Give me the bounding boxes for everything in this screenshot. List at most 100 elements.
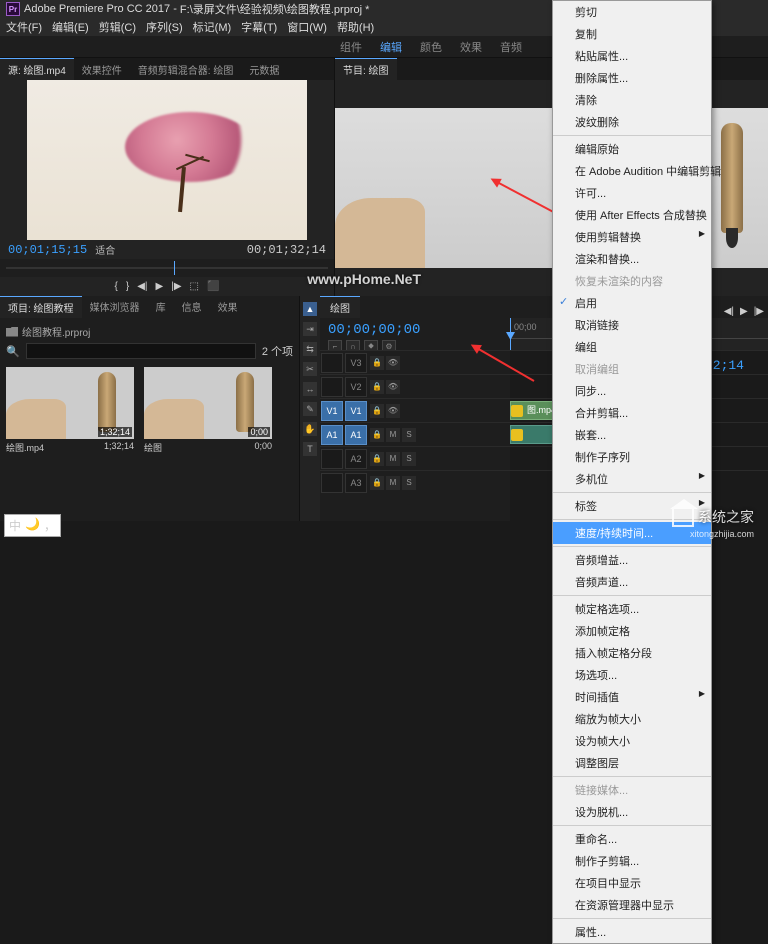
bin-item[interactable]: 1;32;14 绘图.mp41;32;14 bbox=[6, 367, 134, 454]
ctx-item[interactable]: 设为帧大小 bbox=[553, 730, 711, 752]
selection-tool-icon[interactable]: ▲ bbox=[303, 302, 317, 316]
tab-project[interactable]: 项目: 绘图教程 bbox=[0, 296, 82, 318]
src-v1[interactable]: V1 bbox=[321, 401, 343, 421]
tab-media-browser[interactable]: 媒体浏览器 bbox=[82, 296, 148, 318]
pen-tool-icon[interactable]: ✎ bbox=[303, 402, 317, 416]
track-v3-target[interactable] bbox=[321, 353, 343, 373]
tab-source[interactable]: 源: 绘图.mp4 bbox=[0, 58, 74, 80]
search-icon[interactable]: 🔍 bbox=[6, 345, 20, 358]
ime-status[interactable]: 中 🌙 ， bbox=[4, 514, 61, 537]
ctx-item[interactable]: 重命名... bbox=[553, 828, 711, 850]
ctx-item[interactable]: 在 Adobe Audition 中编辑剪辑 bbox=[553, 160, 711, 182]
step-back-icon[interactable]: ◀| bbox=[724, 306, 734, 317]
ime-comma-icon[interactable]: ， bbox=[44, 517, 56, 534]
ctx-item[interactable]: 编辑原始 bbox=[553, 138, 711, 160]
ctx-item[interactable]: 多机位 bbox=[553, 468, 711, 490]
source-monitor[interactable] bbox=[0, 80, 334, 240]
ctx-item[interactable]: 嵌套... bbox=[553, 424, 711, 446]
timeline-tc[interactable]: 00;00;00;00 bbox=[328, 322, 502, 338]
step-back-icon[interactable]: ◀| bbox=[137, 281, 147, 292]
ctx-item[interactable]: 使用 After Effects 合成替换 bbox=[553, 204, 711, 226]
track-select-tool-icon[interactable]: ⇥ bbox=[303, 322, 317, 336]
ime-cn-icon[interactable]: 中 bbox=[9, 517, 21, 534]
ctx-item[interactable]: 编组 bbox=[553, 336, 711, 358]
ctx-item[interactable]: 渲染和替换... bbox=[553, 248, 711, 270]
ctx-item[interactable]: 属性... bbox=[553, 921, 711, 943]
hand-tool-icon[interactable]: ✋ bbox=[303, 422, 317, 436]
tab-library[interactable]: 库 bbox=[148, 296, 174, 318]
menu-help[interactable]: 帮助(H) bbox=[337, 19, 374, 35]
ctx-item[interactable]: 同步... bbox=[553, 380, 711, 402]
ctx-item[interactable]: 启用 bbox=[553, 292, 711, 314]
ctx-item[interactable]: 制作子剪辑... bbox=[553, 850, 711, 872]
ctx-item[interactable]: 使用剪辑替换 bbox=[553, 226, 711, 248]
source-playhead[interactable] bbox=[174, 261, 175, 275]
mark-out-icon[interactable]: } bbox=[126, 281, 129, 292]
ctx-item[interactable]: 音频增益... bbox=[553, 549, 711, 571]
menu-clip[interactable]: 剪辑(C) bbox=[99, 19, 136, 35]
lock-icon[interactable]: 🔒 bbox=[370, 356, 384, 370]
tab-effect-controls[interactable]: 效果控件 bbox=[74, 59, 130, 80]
ctx-item[interactable]: 设为脱机... bbox=[553, 801, 711, 823]
menu-title[interactable]: 字幕(T) bbox=[241, 19, 277, 35]
ws-tab-edit[interactable]: 编辑 bbox=[380, 39, 402, 55]
eye-icon[interactable]: 👁 bbox=[386, 356, 400, 370]
tab-info[interactable]: 信息 bbox=[174, 296, 210, 318]
ctx-item[interactable]: 音频声道... bbox=[553, 571, 711, 593]
menu-marker[interactable]: 标记(M) bbox=[193, 19, 232, 35]
ctx-item[interactable]: 时间插值 bbox=[553, 686, 711, 708]
ctx-item[interactable]: 在项目中显示 bbox=[553, 872, 711, 894]
ctx-item[interactable]: 制作子序列 bbox=[553, 446, 711, 468]
step-fwd-icon[interactable]: |▶ bbox=[754, 306, 764, 317]
mute-icon[interactable]: M bbox=[386, 428, 400, 442]
ctx-item[interactable]: 调整图层 bbox=[553, 752, 711, 774]
ctx-item[interactable]: 许可... bbox=[553, 182, 711, 204]
source-tc-current[interactable]: 00;01;15;15 bbox=[8, 243, 87, 257]
menu-window[interactable]: 窗口(W) bbox=[287, 19, 327, 35]
play-icon[interactable]: ▶ bbox=[156, 281, 164, 292]
ctx-item[interactable]: 剪切 bbox=[553, 1, 711, 23]
track-v2-target[interactable] bbox=[321, 377, 343, 397]
ctx-item[interactable]: 清除 bbox=[553, 89, 711, 111]
ws-tab-assembly[interactable]: 组件 bbox=[340, 39, 362, 55]
slip-tool-icon[interactable]: ↔ bbox=[303, 382, 317, 396]
mark-in-icon[interactable]: { bbox=[115, 281, 118, 292]
ctx-item[interactable]: 在资源管理器中显示 bbox=[553, 894, 711, 916]
source-zoom-fit[interactable]: 适合 bbox=[95, 242, 115, 257]
track-a2[interactable]: A2 bbox=[345, 449, 367, 469]
ctx-item[interactable]: 粘贴属性... bbox=[553, 45, 711, 67]
menu-file[interactable]: 文件(F) bbox=[6, 19, 42, 35]
solo-icon[interactable]: S bbox=[402, 428, 416, 442]
bin-item[interactable]: 0;00 绘图0;00 bbox=[144, 367, 272, 454]
tab-program[interactable]: 节目: 绘图 bbox=[335, 58, 397, 80]
ime-moon-icon[interactable]: 🌙 bbox=[25, 517, 40, 534]
menu-sequence[interactable]: 序列(S) bbox=[146, 19, 183, 35]
ripple-tool-icon[interactable]: ⇆ bbox=[303, 342, 317, 356]
ctx-item[interactable]: 添加帧定格 bbox=[553, 620, 711, 642]
overwrite-icon[interactable]: ⬛ bbox=[207, 281, 219, 292]
ctx-item[interactable]: 波纹删除 bbox=[553, 111, 711, 133]
track-v2[interactable]: V2 bbox=[345, 377, 367, 397]
ctx-item[interactable]: 复制 bbox=[553, 23, 711, 45]
razor-tool-icon[interactable]: ✂ bbox=[303, 362, 317, 376]
ws-tab-audio[interactable]: 音频 bbox=[500, 39, 522, 55]
ctx-item[interactable]: 取消链接 bbox=[553, 314, 711, 336]
track-a3[interactable]: A3 bbox=[345, 473, 367, 493]
tab-metadata[interactable]: 元数据 bbox=[241, 59, 287, 80]
source-scrubber[interactable] bbox=[0, 259, 334, 276]
insert-icon[interactable]: ⬚ bbox=[190, 281, 199, 292]
track-v3[interactable]: V3 bbox=[345, 353, 367, 373]
track-v1[interactable]: V1 bbox=[345, 401, 367, 421]
ctx-item[interactable]: 合并剪辑... bbox=[553, 402, 711, 424]
ctx-item[interactable]: 插入帧定格分段 bbox=[553, 642, 711, 664]
src-a1[interactable]: A1 bbox=[321, 425, 343, 445]
ctx-item[interactable]: 场选项... bbox=[553, 664, 711, 686]
timeline-tab[interactable]: 绘图 bbox=[320, 296, 360, 318]
ctx-item[interactable]: 缩放为帧大小 bbox=[553, 708, 711, 730]
tab-effects-panel[interactable]: 效果 bbox=[210, 296, 246, 318]
type-tool-icon[interactable]: T bbox=[303, 442, 317, 456]
step-fwd-icon[interactable]: |▶ bbox=[171, 281, 181, 292]
ctx-item[interactable]: 帧定格选项... bbox=[553, 598, 711, 620]
play-icon[interactable]: ▶ bbox=[740, 306, 748, 317]
track-a1[interactable]: A1 bbox=[345, 425, 367, 445]
